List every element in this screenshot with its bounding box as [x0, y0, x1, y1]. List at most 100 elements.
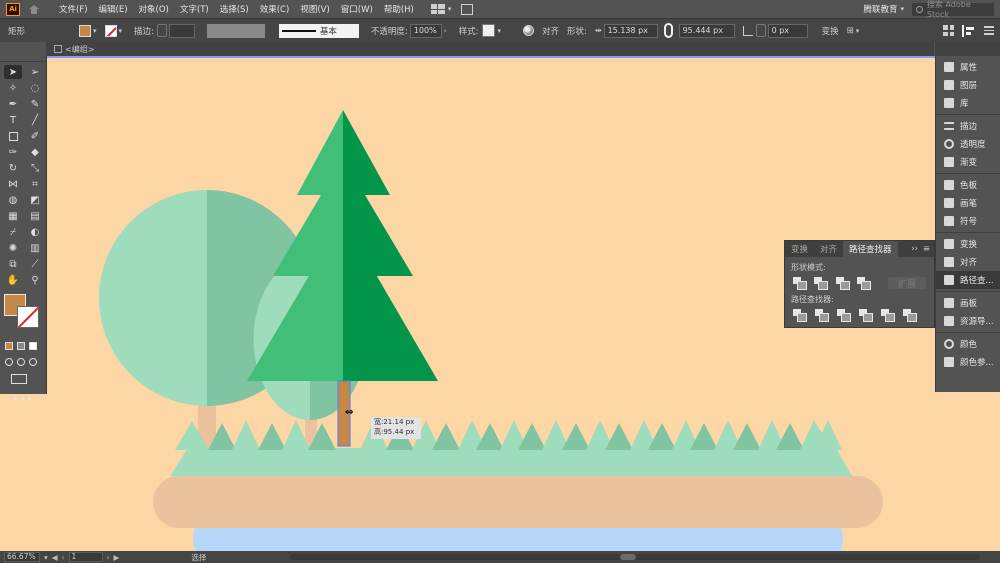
collapse-icon[interactable]: ››: [911, 244, 918, 254]
opacity-field[interactable]: 100%: [409, 23, 442, 38]
line-tool-icon[interactable]: ╱: [26, 113, 44, 127]
align-link[interactable]: 对齐: [542, 25, 559, 37]
eyedropper-tool-icon[interactable]: ⌿: [4, 225, 22, 239]
stroke-weight-field[interactable]: [168, 23, 195, 38]
draw-inside-icon[interactable]: [29, 358, 37, 366]
stroke-weight-stepper[interactable]: [156, 24, 167, 37]
merge-icon[interactable]: [837, 309, 851, 322]
dock-properties[interactable]: 属性: [936, 58, 1000, 76]
selection-tool-icon[interactable]: ➤: [4, 65, 22, 79]
rotate-tool-icon[interactable]: ↻: [4, 161, 22, 175]
tab-align[interactable]: 对齐: [814, 241, 843, 257]
shaper-tool-icon[interactable]: ✑: [4, 145, 22, 159]
more-tools-icon[interactable]: •••: [0, 394, 46, 405]
artboard-number-field[interactable]: 1: [68, 552, 103, 562]
live-paint-tool-icon[interactable]: ◩: [26, 193, 44, 207]
back-arrow-icon[interactable]: [54, 45, 62, 53]
dock-color-guide[interactable]: 颜色参...: [936, 353, 1000, 371]
eraser-tool-icon[interactable]: ◆: [26, 145, 44, 159]
menu-view[interactable]: 视图(V): [300, 3, 329, 15]
menu-type[interactable]: 文字(T): [180, 3, 209, 15]
transform-link[interactable]: 变换: [822, 25, 839, 37]
fill-stroke-widget[interactable]: [4, 294, 46, 334]
paintbrush-tool-icon[interactable]: ✐: [26, 129, 44, 143]
menu-file[interactable]: 文件(F): [59, 3, 88, 15]
menu-window[interactable]: 窗口(W): [341, 3, 373, 15]
shape-builder-tool-icon[interactable]: ◍: [4, 193, 22, 207]
expand-button[interactable]: 扩展: [888, 277, 926, 290]
align-panel-icon[interactable]: [962, 24, 976, 37]
stroke-color-swatch[interactable]: [104, 24, 117, 37]
panel-menu-icon[interactable]: ≡: [923, 244, 930, 254]
dock-symbols[interactable]: 符号: [936, 212, 1000, 230]
chevron-down-icon[interactable]: ▾: [900, 5, 904, 13]
artboard-tool-icon[interactable]: ⧉: [4, 257, 22, 271]
draw-behind-icon[interactable]: [17, 358, 25, 366]
outline-icon[interactable]: [881, 309, 895, 322]
pen-tool-icon[interactable]: ✒: [4, 97, 22, 111]
stock-search-input[interactable]: 搜索 Adobe Stock: [912, 0, 994, 19]
dock-artboards[interactable]: 画板: [936, 294, 1000, 312]
lasso-tool-icon[interactable]: ◌: [26, 81, 44, 95]
corner-radius-field[interactable]: 0 px: [767, 23, 808, 38]
dock-layers[interactable]: 图层: [936, 76, 1000, 94]
last-artboard-icon[interactable]: ▶: [114, 553, 120, 562]
dock-align[interactable]: 对齐: [936, 253, 1000, 271]
scrollbar-thumb[interactable]: [620, 554, 636, 560]
tab-pathfinder[interactable]: 路径查找器: [843, 241, 898, 257]
tab-transform[interactable]: 变换: [785, 241, 814, 257]
hand-tool-icon[interactable]: ✋: [4, 273, 22, 287]
zoom-field[interactable]: 66.67%: [4, 552, 40, 562]
corner-radius-stepper[interactable]: [755, 24, 766, 37]
prev-artboard-icon[interactable]: ‹: [62, 553, 65, 562]
direct-selection-tool-icon[interactable]: ➢: [26, 65, 44, 79]
curvature-tool-icon[interactable]: ✎: [26, 97, 44, 111]
zoom-dropdown-icon[interactable]: ▾: [44, 553, 48, 562]
exclude-icon[interactable]: [856, 277, 872, 290]
dock-pathfinder[interactable]: 路径查...: [936, 271, 1000, 289]
home-icon[interactable]: [29, 4, 39, 14]
color-mode-icon[interactable]: [5, 342, 13, 350]
intersect-icon[interactable]: [835, 277, 850, 290]
next-artboard-icon[interactable]: ›: [107, 553, 110, 562]
menu-edit[interactable]: 编辑(E): [99, 3, 128, 15]
chevron-down-icon[interactable]: ▾: [119, 27, 123, 35]
chevron-down-icon[interactable]: ▾: [93, 27, 97, 35]
variable-width-profile[interactable]: [206, 23, 265, 38]
width-field[interactable]: 15.138 px: [603, 23, 658, 38]
zoom-tool-icon[interactable]: ⚲: [26, 273, 44, 287]
fill-color-swatch[interactable]: [79, 24, 92, 37]
menu-help[interactable]: 帮助(H): [384, 3, 414, 15]
gradient-tool-icon[interactable]: ▤: [26, 209, 44, 223]
menu-effect[interactable]: 效果(C): [260, 3, 290, 15]
workspace-switcher[interactable]: 腾联教育: [863, 3, 897, 15]
menu-select[interactable]: 选择(S): [220, 3, 249, 15]
none-mode-icon[interactable]: [29, 342, 37, 350]
chevron-right-icon[interactable]: ›: [444, 27, 447, 35]
brush-definition-dropdown[interactable]: 基本: [278, 23, 359, 38]
graphic-style-swatch[interactable]: [482, 24, 496, 37]
recolor-artwork-icon[interactable]: [523, 25, 534, 36]
divide-icon[interactable]: [793, 309, 807, 322]
chevron-down-icon[interactable]: ▾: [856, 27, 860, 35]
link-icon[interactable]: [663, 23, 673, 38]
panel-menu-icon[interactable]: [984, 26, 994, 35]
minus-back-icon[interactable]: [903, 309, 917, 322]
dock-gradient[interactable]: 渐变: [936, 153, 1000, 171]
dock-swatches[interactable]: 色板: [936, 176, 1000, 194]
blend-tool-icon[interactable]: ◐: [26, 225, 44, 239]
height-field[interactable]: 95.444 px: [678, 23, 735, 38]
width-tool-icon[interactable]: ⋈: [4, 177, 22, 191]
grid-icon[interactable]: [943, 25, 954, 36]
type-tool-icon[interactable]: T: [4, 113, 22, 127]
gpu-preview-icon[interactable]: [461, 3, 474, 15]
free-transform-tool-icon[interactable]: ⌗: [26, 177, 44, 191]
arrange-documents-icon[interactable]: [430, 4, 445, 14]
unite-icon[interactable]: [793, 277, 808, 290]
chevron-down-icon[interactable]: ▾: [448, 5, 452, 13]
magic-wand-tool-icon[interactable]: ✧: [4, 81, 22, 95]
dock-transform[interactable]: 变换: [936, 235, 1000, 253]
gradient-mode-icon[interactable]: [17, 342, 25, 350]
rectangle-tool-icon[interactable]: [4, 129, 22, 143]
dock-transparency[interactable]: 透明度: [936, 135, 1000, 153]
